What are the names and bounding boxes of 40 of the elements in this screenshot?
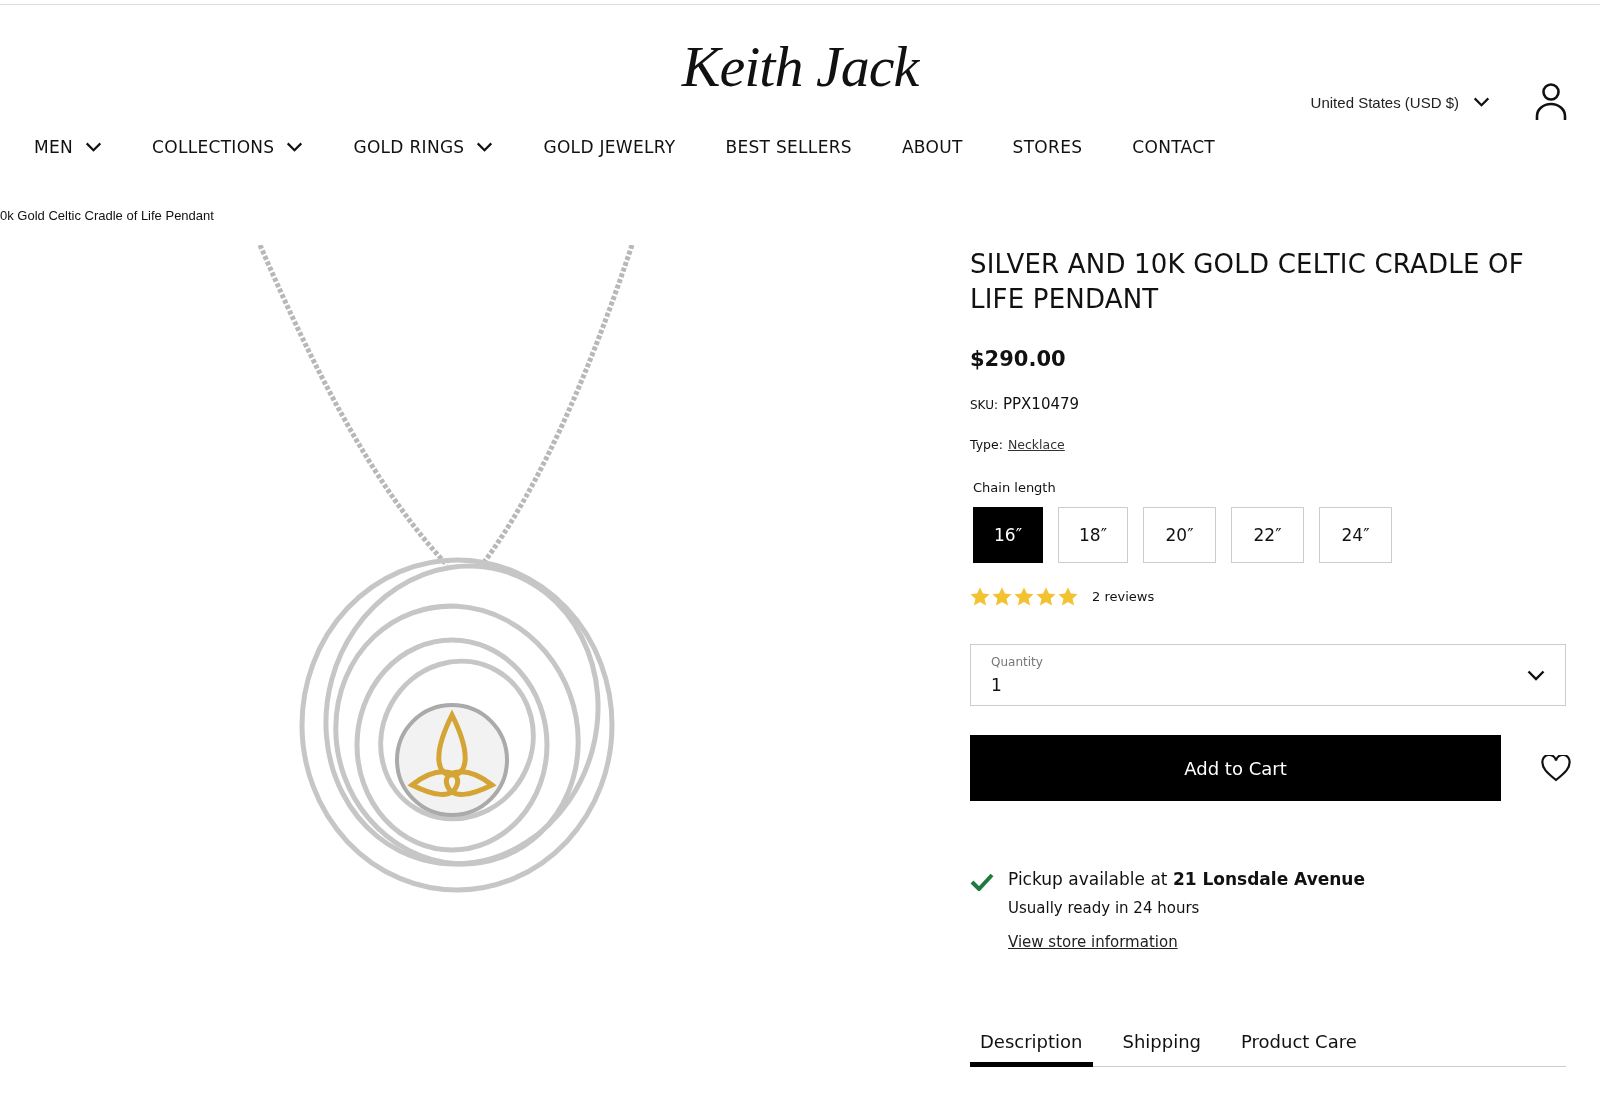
nav-link[interactable]: GOLD JEWELRY <box>543 137 676 157</box>
nav-link[interactable]: BEST SELLERS <box>725 137 852 157</box>
tab[interactable]: Product Care <box>1231 1023 1367 1067</box>
chevron-down-icon <box>286 142 304 152</box>
chain-length-option[interactable]: 24″ <box>1319 507 1392 563</box>
sku-value: PPX10479 <box>1003 395 1080 413</box>
tab[interactable]: Description <box>970 1023 1093 1067</box>
chain-length-option[interactable]: 20″ <box>1143 507 1216 563</box>
checkmark-icon <box>970 873 994 891</box>
heart-icon[interactable] <box>1541 754 1571 782</box>
nav-link[interactable]: CONTACT <box>1132 137 1215 157</box>
store-info-link[interactable]: View store information <box>1008 933 1178 951</box>
tab[interactable]: Shipping <box>1112 1023 1212 1067</box>
quantity-select[interactable]: Quantity 1 <box>970 644 1566 706</box>
nav-link[interactable]: MEN <box>34 137 103 157</box>
chain-length-option[interactable]: 22″ <box>1231 507 1304 563</box>
chevron-down-icon <box>476 142 494 152</box>
nav-link[interactable]: ABOUT <box>901 137 963 157</box>
nav-link[interactable]: GOLD RINGS <box>353 137 494 157</box>
breadcrumb: 0k Gold Celtic Cradle of Life Pendant <box>0 208 215 223</box>
chain-length-option[interactable]: 16″ <box>973 507 1043 563</box>
chain-length-option[interactable]: 18″ <box>1058 507 1128 563</box>
logo[interactable]: Keith Jack <box>681 28 919 100</box>
pickup-note: Usually ready in 24 hours <box>1008 899 1201 917</box>
chevron-down-icon <box>1473 97 1490 107</box>
nav-link[interactable]: COLLECTIONS <box>152 137 304 157</box>
price: $290.00 <box>970 347 1067 371</box>
option-label: Chain length <box>972 480 1057 495</box>
pickup-availability: Pickup available at 21 Lonsdale Avenue <box>1008 869 1365 889</box>
type-label: Type: <box>970 437 1003 452</box>
review-count[interactable]: 2 reviews <box>1092 589 1155 604</box>
chevron-down-icon <box>1527 669 1545 681</box>
product-title: SILVER AND 10K GOLD CELTIC CRADLE OF LIFE PENDANT <box>970 248 1525 316</box>
account-icon[interactable] <box>1534 82 1568 122</box>
add-to-cart-button[interactable]: Add to Cart <box>970 735 1501 801</box>
type-link[interactable]: Necklace <box>1007 437 1065 452</box>
currency-selector[interactable]: United States (USD $) <box>1310 93 1490 111</box>
nav-link[interactable]: STORES <box>1012 137 1083 157</box>
chevron-down-icon <box>85 142 103 152</box>
sku-label: SKU: <box>970 398 998 412</box>
